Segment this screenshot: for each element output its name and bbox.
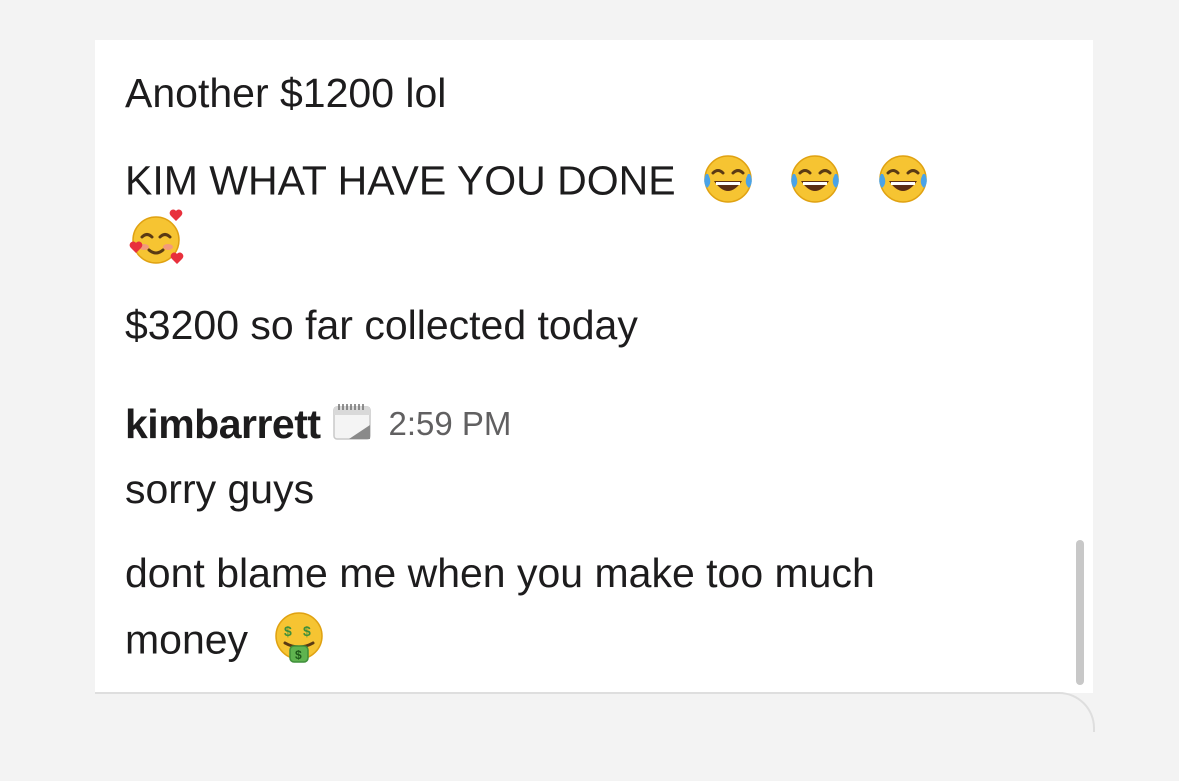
tears-of-joy-icon bbox=[788, 152, 842, 215]
message-emoji-line bbox=[125, 208, 187, 277]
smiling-face-with-hearts-icon bbox=[125, 208, 187, 277]
message-text: Another $1200 lol bbox=[125, 70, 447, 116]
svg-text:$: $ bbox=[295, 648, 302, 662]
message-composer-edge bbox=[95, 692, 1095, 732]
svg-text:$: $ bbox=[284, 623, 292, 639]
tears-of-joy-icon bbox=[876, 152, 930, 215]
message-text: $3200 so far collected today bbox=[125, 302, 638, 348]
svg-text:$: $ bbox=[303, 623, 311, 639]
message-timestamp[interactable]: 2:59 PM bbox=[389, 405, 512, 443]
message-text: KIM WHAT HAVE YOU DONE bbox=[125, 152, 930, 215]
message-text: dont blame me when you make too much bbox=[125, 550, 875, 596]
money-mouth-face-icon: $ $ $ bbox=[271, 610, 327, 675]
message-text: sorry guys bbox=[125, 466, 315, 512]
calendar-icon[interactable] bbox=[331, 401, 375, 448]
message-header: kimbarrett 2:59 PM bbox=[125, 400, 511, 448]
scrollbar-thumb[interactable] bbox=[1076, 540, 1084, 685]
tears-of-joy-icon bbox=[701, 152, 755, 215]
message-text: money $ $ $ bbox=[125, 610, 327, 675]
sender-name[interactable]: kimbarrett bbox=[125, 401, 321, 448]
